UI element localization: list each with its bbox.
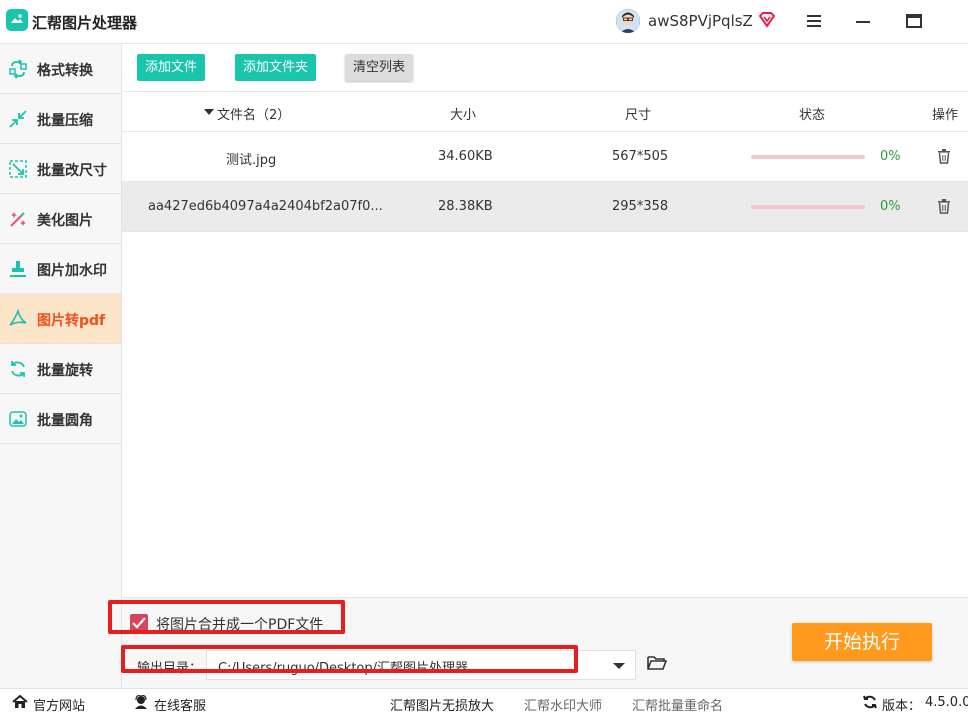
- avatar[interactable]: [616, 9, 640, 33]
- sidebar: 格式转换 批量压缩 批量改尺寸 美化图片 图片加水印 图片转pdf 批量旋转 批…: [0, 44, 122, 688]
- start-button[interactable]: 开始执行: [792, 623, 932, 661]
- cell-filename: 测试.jpg: [226, 153, 277, 168]
- sort-arrow-icon[interactable]: [204, 104, 214, 119]
- clear-list-button[interactable]: 清空列表: [345, 54, 414, 81]
- cell-size: 34.60KB: [438, 149, 493, 164]
- sidebar-item-label: 美化图片: [37, 213, 93, 229]
- vip-diamond-icon[interactable]: [758, 11, 776, 33]
- resize-icon: [8, 159, 28, 179]
- sidebar-item-rotate[interactable]: 批量旋转: [0, 344, 121, 394]
- delete-icon[interactable]: [937, 199, 951, 218]
- format-convert-icon: [8, 59, 28, 79]
- sidebar-item-label: 批量圆角: [37, 413, 93, 429]
- sidebar-item-label: 图片加水印: [37, 263, 107, 279]
- sidebar-item-label: 批量旋转: [37, 363, 93, 379]
- progress-bar: [751, 155, 865, 159]
- cell-size: 28.38KB: [438, 199, 493, 214]
- sidebar-item-label: 批量改尺寸: [37, 163, 107, 179]
- column-actions: 操作: [932, 108, 959, 123]
- add-file-button[interactable]: 添加文件: [137, 54, 206, 81]
- sidebar-item-label: 图片转pdf: [37, 313, 106, 329]
- support-icon[interactable]: [133, 694, 149, 713]
- sidebar-item-watermark[interactable]: 图片加水印: [0, 244, 121, 294]
- add-folder-button[interactable]: 添加文件夹: [235, 54, 317, 81]
- online-support-link[interactable]: 在线客服: [154, 695, 206, 714]
- cell-dimensions: 567*505: [612, 149, 669, 164]
- table-row[interactable]: 测试.jpg 34.60KB 567*505 0%: [122, 132, 968, 182]
- column-dimensions[interactable]: 尺寸: [625, 104, 651, 123]
- table-row[interactable]: aa427ed6b4097a4a2404bf2a07f0... 28.38KB …: [122, 182, 968, 232]
- sidebar-item-label: 批量压缩: [37, 113, 93, 129]
- progress-bar: [751, 205, 865, 209]
- maximize-icon[interactable]: [906, 14, 922, 28]
- upscale-app-link[interactable]: 汇帮图片无损放大: [390, 695, 494, 714]
- delete-icon[interactable]: [937, 149, 951, 168]
- compress-icon: [8, 109, 28, 129]
- version-number: 4.5.0.0: [925, 695, 968, 710]
- sidebar-item-format-convert[interactable]: 格式转换: [0, 44, 121, 94]
- highlight-box-merge: [108, 600, 345, 634]
- version-label: 版本：: [882, 699, 922, 714]
- sidebar-item-beautify[interactable]: 美化图片: [0, 194, 121, 244]
- menu-icon[interactable]: [806, 14, 822, 32]
- cell-filename: aa427ed6b4097a4a2404bf2a07f0...: [148, 199, 383, 214]
- column-size[interactable]: 大小: [450, 104, 476, 123]
- app-title: 汇帮图片处理器: [32, 14, 138, 32]
- toolbar: 添加文件 添加文件夹 清空列表: [122, 44, 968, 92]
- chevron-down-icon[interactable]: [613, 663, 625, 669]
- column-filename[interactable]: 文件名（2）: [217, 104, 290, 123]
- rotate-icon: [8, 359, 28, 379]
- folder-open-icon[interactable]: [647, 655, 668, 675]
- sidebar-item-image-to-pdf[interactable]: 图片转pdf: [0, 294, 121, 344]
- title-bar: 汇帮图片处理器 awS8PVjPqlsZ: [0, 0, 968, 44]
- pdf-icon: [8, 308, 28, 329]
- progress-percent: 0%: [880, 199, 901, 214]
- status-bar: 官方网站 在线客服 汇帮图片无损放大 汇帮水印大师 汇帮批量重命名 版本： 4.…: [0, 688, 968, 714]
- watermark-icon: [8, 259, 28, 279]
- refresh-icon[interactable]: [862, 695, 878, 713]
- home-icon[interactable]: [12, 694, 28, 713]
- sidebar-item-label: 格式转换: [37, 63, 93, 79]
- cell-dimensions: 295*358: [612, 199, 669, 214]
- highlight-box-output: [121, 645, 578, 673]
- progress-percent: 0%: [880, 149, 901, 164]
- sidebar-item-resize[interactable]: 批量改尺寸: [0, 144, 121, 194]
- round-corner-icon: [8, 409, 28, 429]
- sidebar-item-round-corner[interactable]: 批量圆角: [0, 394, 121, 444]
- sidebar-item-compress[interactable]: 批量压缩: [0, 94, 121, 144]
- column-status: 状态: [799, 108, 826, 123]
- watermark-app-link[interactable]: 汇帮水印大师: [524, 695, 602, 714]
- file-table-header: 文件名（2） 大小 尺寸 状态 操作: [122, 92, 968, 132]
- official-website-link[interactable]: 官方网站: [33, 695, 85, 714]
- rename-app-link[interactable]: 汇帮批量重命名: [632, 695, 723, 714]
- username[interactable]: awS8PVjPqlsZ: [648, 12, 753, 30]
- app-logo-icon: [6, 9, 28, 31]
- minimize-icon[interactable]: [856, 21, 870, 23]
- beautify-icon: [8, 209, 28, 229]
